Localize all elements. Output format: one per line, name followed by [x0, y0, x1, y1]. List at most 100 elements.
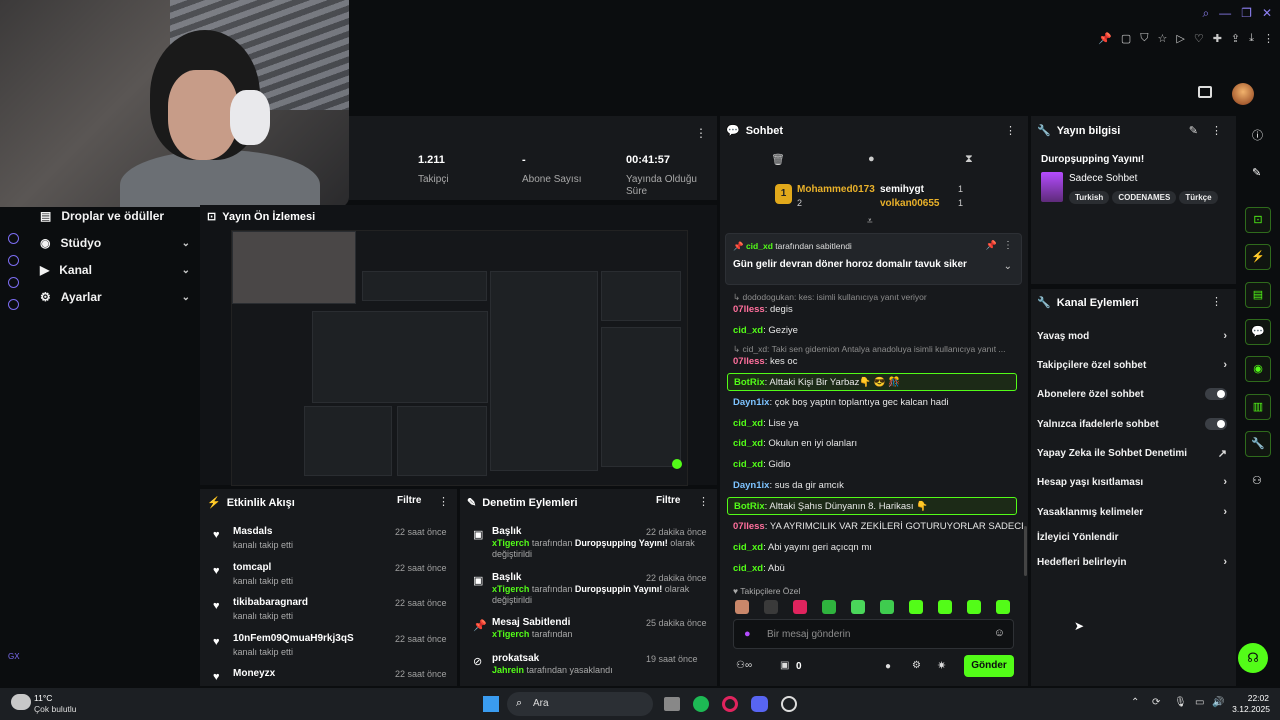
- gx-icon[interactable]: GX: [8, 652, 20, 661]
- chat-settings-icon[interactable]: ●: [885, 661, 891, 672]
- channel-points-icon[interactable]: ⚇∞: [736, 660, 752, 671]
- action-ai-moderation[interactable]: Yapay Zeka ile Sohbet Denetimi ↗: [1037, 448, 1227, 460]
- search-icon[interactable]: ⌕: [1202, 6, 1209, 21]
- menu-icon[interactable]: ⋮: [438, 495, 449, 508]
- avatar[interactable]: [1232, 83, 1254, 105]
- bookmark-icon[interactable]: ☆: [1157, 32, 1167, 45]
- extensions-icon[interactable]: ✚: [1213, 32, 1222, 45]
- gifter-name[interactable]: Mohammed0173: [797, 184, 875, 195]
- sidebar-item-settings[interactable]: ⚙ Ayarlar ⌄: [40, 290, 190, 304]
- emote-icon[interactable]: [880, 600, 894, 614]
- sync-icon[interactable]: ⟳: [1152, 697, 1160, 708]
- emote-icon[interactable]: [996, 600, 1010, 614]
- opera-gx-icon[interactable]: [722, 696, 738, 712]
- activity-user[interactable]: tomcapl: [233, 562, 271, 573]
- close-icon[interactable]: ✕: [1262, 6, 1272, 21]
- chevron-down-icon[interactable]: ⌄: [1004, 261, 1012, 272]
- discord-icon[interactable]: [751, 696, 768, 712]
- emote-icon[interactable]: [793, 600, 807, 614]
- emote-icon[interactable]: [735, 600, 749, 614]
- studio-icon[interactable]: [1198, 86, 1212, 98]
- task-view-icon[interactable]: [664, 697, 680, 711]
- tag[interactable]: Türkçe: [1179, 191, 1218, 204]
- sidebar-item-drops[interactable]: ▤ Droplar ve ödüller: [40, 209, 190, 223]
- stats-widget-button[interactable]: ▥: [1245, 394, 1271, 420]
- preview-widget-button[interactable]: ⊡: [1245, 207, 1271, 233]
- category-thumbnail[interactable]: [1041, 172, 1063, 202]
- menu-icon[interactable]: ⋮: [1263, 32, 1274, 45]
- mic-icon[interactable]: 🎙: [1174, 697, 1187, 708]
- activity-user[interactable]: 10nFem09QmuaH9rkj3qS: [233, 633, 354, 644]
- activity-user[interactable]: Moneyzx: [233, 668, 275, 679]
- gifter-name[interactable]: volkan00655: [880, 198, 940, 209]
- emote-icon[interactable]: [967, 600, 981, 614]
- pinned-message[interactable]: 📌 cid_xd tarafından sabitlendi 📌 ⋮ Gün g…: [725, 233, 1022, 285]
- filter-button[interactable]: Filtre: [397, 495, 421, 506]
- pin-icon[interactable]: 📌: [1098, 32, 1112, 45]
- sidebar-item-studio[interactable]: ◉ Stüdyo ⌄: [40, 236, 190, 250]
- badge-icon[interactable]: ✷: [937, 659, 946, 672]
- gift-icon[interactable]: ▣: [780, 660, 789, 671]
- emote-icon[interactable]: [909, 600, 923, 614]
- stream-category[interactable]: Sadece Sohbet: [1069, 173, 1137, 184]
- pin-icon[interactable]: 📌: [986, 240, 997, 251]
- tag[interactable]: Turkish: [1069, 191, 1110, 204]
- add-widget-icon[interactable]: ⚇: [1252, 474, 1262, 487]
- action-banned-words[interactable]: Yasaklanmış kelimeler ›: [1037, 506, 1227, 518]
- circle-icon[interactable]: [8, 233, 19, 244]
- filter-button[interactable]: Filtre: [656, 495, 680, 506]
- play-icon[interactable]: ▷: [1176, 32, 1184, 45]
- action-followers-only[interactable]: Takipçilere özel sohbet ›: [1037, 359, 1227, 371]
- action-redirect-viewers[interactable]: İzleyici Yönlendir: [1037, 532, 1227, 543]
- info-icon[interactable]: ⓘ: [1252, 127, 1263, 143]
- menu-icon[interactable]: ⋮: [698, 495, 709, 508]
- emote-icon[interactable]: [851, 600, 865, 614]
- settings-icon[interactable]: [8, 299, 19, 310]
- emote-icon[interactable]: [764, 600, 778, 614]
- broadcast-widget-button[interactable]: ◉: [1245, 356, 1271, 382]
- spotify-icon[interactable]: [693, 696, 709, 712]
- chevron-up-icon[interactable]: ⌃: [1131, 697, 1139, 708]
- action-set-goals[interactable]: Hedefleri belirleyin ›: [1037, 556, 1227, 568]
- display-icon[interactable]: ▭: [1195, 697, 1204, 708]
- send-button[interactable]: Gönder: [964, 655, 1014, 677]
- edit-icon[interactable]: ✎: [1189, 124, 1198, 137]
- chat-input[interactable]: ● Bir mesaj gönderin ☺: [733, 619, 1014, 649]
- action-subscribers-only[interactable]: Abonelere özel sohbet: [1037, 388, 1227, 400]
- download-icon[interactable]: ⤓: [1249, 32, 1254, 45]
- menu-icon[interactable]: ⋮: [1005, 124, 1016, 137]
- emoji-icon[interactable]: ☺: [994, 627, 1005, 639]
- taskbar-search[interactable]: ⌕ Ara: [507, 692, 653, 716]
- clock-date[interactable]: 3.12.2025: [1226, 704, 1270, 714]
- chat-widget-button[interactable]: 💬: [1245, 319, 1271, 345]
- activity-user[interactable]: Masdals: [233, 526, 272, 537]
- share-icon[interactable]: ⇪: [1231, 32, 1240, 45]
- clock-icon[interactable]: [8, 255, 19, 266]
- hourglass-icon[interactable]: ⧗: [965, 153, 973, 166]
- windows-start-icon[interactable]: [483, 696, 499, 712]
- trash-icon[interactable]: 🗑: [771, 153, 785, 166]
- minimize-icon[interactable]: —: [1219, 6, 1231, 21]
- weather-temp[interactable]: 11°C: [34, 693, 52, 703]
- chat-bubble-icon[interactable]: ●: [868, 153, 875, 165]
- weather-desc[interactable]: Çok bulutlu: [34, 704, 77, 714]
- chat-scrollbar[interactable]: [1024, 526, 1027, 576]
- action-emote-only[interactable]: Yalnızca ifadelerle sohbet: [1037, 418, 1227, 430]
- emote-icon[interactable]: [822, 600, 836, 614]
- app-icon[interactable]: [781, 696, 797, 712]
- volume-icon[interactable]: 🔊: [1212, 697, 1224, 708]
- menu-icon[interactable]: ⋮: [1003, 240, 1013, 251]
- notes-widget-button[interactable]: ▤: [1245, 282, 1271, 308]
- tag[interactable]: CODENAMES: [1112, 191, 1177, 204]
- stream-preview-video[interactable]: [231, 230, 688, 486]
- link-icon[interactable]: [8, 277, 19, 288]
- edit-icon[interactable]: ✎: [1252, 166, 1261, 179]
- cloud-icon[interactable]: [11, 694, 31, 710]
- help-button[interactable]: ☊: [1238, 643, 1268, 673]
- stats-menu-icon[interactable]: ⋮: [695, 126, 707, 140]
- activity-user[interactable]: tikibabaragnard: [233, 597, 308, 608]
- menu-icon[interactable]: ⋮: [1211, 295, 1222, 308]
- action-slow-mode[interactable]: Yavaş mod ›: [1037, 330, 1227, 342]
- menu-icon[interactable]: ⋮: [1211, 124, 1222, 137]
- wrench-widget-button[interactable]: 🔧: [1245, 431, 1271, 457]
